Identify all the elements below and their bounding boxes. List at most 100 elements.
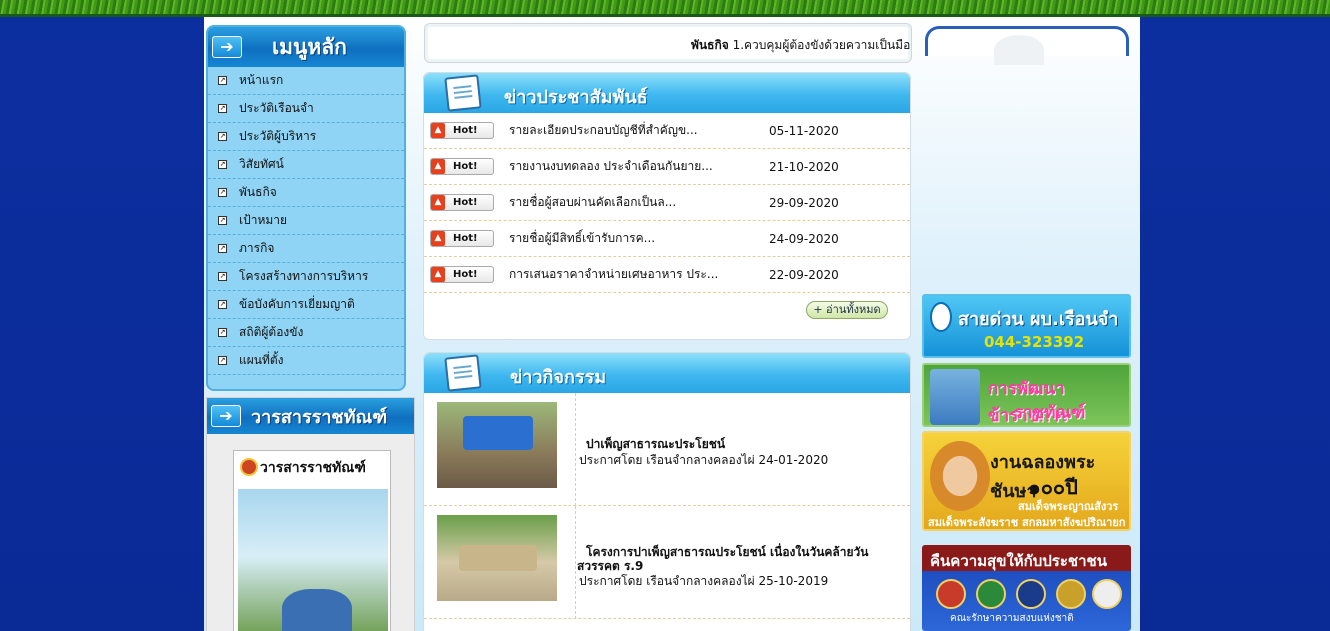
top-grass-strip — [0, 0, 1330, 14]
news-title[interactable]: รายงานงบทดลอง ประจำเดือนกันยาย... — [494, 157, 769, 176]
menu-item[interactable]: ↗ ภารกิจ — [208, 235, 404, 263]
menu-item-label[interactable]: สถิติผู้ต้องขัง — [239, 323, 303, 342]
family-bicycle-image — [282, 589, 352, 631]
news-date: 29-09-2020 — [769, 195, 839, 210]
activity-photo — [437, 402, 557, 488]
link-arrow-icon: ↗ — [218, 216, 227, 225]
banner-line: ราชทัณฑ์ — [1014, 403, 1086, 423]
pr-news-list: ▲ Hot! รายละเอียดประกอบบัญชีที่สำคัญข... 05… — [424, 113, 910, 293]
journal-cover-image — [238, 489, 388, 631]
news-title[interactable]: การเสนอราคาจำหน่ายเศษอาหาร ประ... — [494, 265, 769, 284]
hotline-label: สายด่วน ผบ.เรือนจำ — [958, 309, 1119, 330]
celebration-banner[interactable]: งานฉลองพระชันษา ๑๐๐ปี สมเด็จพระญาณสังวร … — [922, 431, 1131, 531]
top-right-frame — [925, 26, 1129, 65]
pr-news-title: ข่าวประชาสัมพันธ์ — [504, 87, 648, 108]
news-title[interactable]: รายละเอียดประกอบบัญชีที่สำคัญข... — [494, 121, 769, 140]
journal-cover[interactable]: วารสารราชทัณฑ์ — [233, 450, 391, 631]
emblem-icon — [976, 579, 1006, 609]
notepad-icon — [444, 74, 482, 112]
main-menu-title: เมนูหลัก — [272, 34, 347, 59]
emblem-icon — [936, 579, 966, 609]
activity-item[interactable]: โครงการปาเพ็ญสาธารณประโยชน์ เนื่องในวันค… — [424, 506, 910, 619]
menu-item[interactable]: ↗ ประวัติผู้บริหาร — [208, 123, 404, 151]
hot-badge-label: Hot! — [453, 161, 478, 172]
fire-icon: ▲ — [431, 123, 445, 138]
news-row[interactable]: ▲ Hot! รายละเอียดประกอบบัญชีที่สำคัญข... 05… — [424, 113, 910, 149]
menu-item[interactable]: ↗ วิสัยทัศน์ — [208, 151, 404, 179]
activity-news-box: ข่าวกิจกรรม ปาเพ็ญสาธารณะประโยชน์ ประกาศ… — [423, 352, 911, 631]
journal-header: ➔ วารสารราชทัณฑ์ — [207, 398, 414, 434]
menu-item[interactable]: ↗ ข้อบังคับการเยี่ยมญาติ — [208, 291, 404, 319]
menu-item[interactable]: ↗ พันธกิจ — [208, 179, 404, 207]
activity-meta: ประกาศโดย เรือนจำกลางคลองไผ่ 24-01-2020 — [579, 453, 829, 467]
hotline-banner[interactable]: สายด่วน ผบ.เรือนจำ 044-323392 — [922, 294, 1131, 358]
menu-item-label[interactable]: ประวัติผู้บริหาร — [239, 127, 316, 146]
news-date: 05-11-2020 — [769, 123, 839, 138]
menu-item[interactable]: ↗ หน้าแรก — [208, 67, 404, 95]
page-container: ➔ เมนูหลัก ↗ หน้าแรก ↗ ประวัติเรือนจำ ↗ ประวั… — [204, 17, 1140, 631]
activity-meta: ประกาศโดย เรือนจำกลางคลองไผ่ 25-10-2019 — [579, 574, 829, 588]
monk-portrait — [930, 441, 990, 511]
happiness-banner[interactable]: คืนความสุขให้กับประชาชน คณะรักษาความสงบแ… — [922, 545, 1131, 631]
fire-icon: ▲ — [431, 231, 445, 246]
menu-item-label[interactable]: พันธกิจ — [239, 183, 277, 202]
link-arrow-icon: ↗ — [218, 244, 227, 253]
hot-badge-label: Hot! — [453, 233, 478, 244]
fire-icon: ▲ — [431, 159, 445, 174]
fire-icon: ▲ — [431, 195, 445, 210]
seal-image — [994, 35, 1044, 65]
menu-item-label[interactable]: ประวัติเรือนจำ — [239, 99, 314, 118]
menu-item[interactable]: ↗ สถิติผู้ต้องขัง — [208, 319, 404, 347]
banner-line: คืนความสุขให้กับประชาชน — [930, 552, 1107, 570]
emblem-icon — [1016, 579, 1046, 609]
link-arrow-icon: ↗ — [218, 300, 227, 309]
pr-news-box: ข่าวประชาสัมพันธ์ ▲ Hot! รายละเอียดประกอบบ… — [423, 72, 911, 340]
hot-badge-label: Hot! — [453, 269, 478, 280]
emblem-icon — [1056, 579, 1086, 609]
menu-item-label[interactable]: แผนที่ตั้ง — [239, 351, 284, 370]
read-all-button[interactable]: + อ่านทั้งหมด — [806, 301, 888, 319]
menu-item[interactable]: ↗ โครงสร้างทางการบริหาร — [208, 263, 404, 291]
menu-item-label[interactable]: โครงสร้างทางการบริหาร — [239, 267, 368, 286]
news-row[interactable]: ▲ Hot! การเสนอราคาจำหน่ายเศษอาหาร ประ... 22… — [424, 257, 910, 293]
news-date: 24-09-2020 — [769, 231, 839, 246]
menu-item[interactable]: ↗ ประวัติเรือนจำ — [208, 95, 404, 123]
ticker-text: 1.ควบคุมผู้ต้องขังด้วยความเป็นมืออ — [732, 38, 912, 52]
menu-item-label[interactable]: ภารกิจ — [239, 239, 274, 258]
link-arrow-icon: ↗ — [218, 328, 227, 337]
main-menu: ➔ เมนูหลัก ↗ หน้าแรก ↗ ประวัติเรือนจำ ↗ ประวั… — [206, 25, 406, 391]
activity-news-title: ข่าวกิจกรรม — [510, 367, 607, 388]
banner-line: คณะรักษาความสงบแห่งชาติ — [950, 613, 1074, 624]
menu-item[interactable]: ↗ เป้าหมาย — [208, 207, 404, 235]
main-menu-header: ➔ เมนูหลัก — [208, 27, 404, 67]
link-arrow-icon: ↗ — [218, 160, 227, 169]
fire-icon: ▲ — [431, 267, 445, 282]
menu-item-label[interactable]: วิสัยทัศน์ — [239, 155, 284, 174]
activity-news-header: ข่าวกิจกรรม — [424, 353, 910, 393]
news-title[interactable]: รายชื่อผู้มีสิทธิ์เข้ารับการค... — [494, 229, 769, 248]
phone-icon — [930, 302, 952, 332]
journal-logo-icon — [240, 458, 258, 476]
menu-item[interactable]: ↗ แผนที่ตั้ง — [208, 347, 404, 375]
news-row[interactable]: ▲ Hot! รายชื่อผู้มีสิทธิ์เข้ารับการค... 24-… — [424, 221, 910, 257]
activity-item[interactable]: ปาเพ็ญสาธารณะประโยชน์ ประกาศโดย เรือนจำก… — [424, 393, 910, 506]
link-arrow-icon: ↗ — [218, 356, 227, 365]
hot-badge: ▲ Hot! — [430, 266, 494, 283]
journal-title: วารสารราชทัณฑ์ — [251, 406, 388, 428]
menu-item-label[interactable]: ข้อบังคับการเยี่ยมญาติ — [239, 295, 355, 314]
hot-badge: ▲ Hot! — [430, 194, 494, 211]
activity-photo — [437, 515, 557, 601]
banner-line: สมเด็จพระสังฆราช สกลมหาสังฆปริณายก — [928, 516, 1126, 529]
officer-development-banner[interactable]: การพัฒนาข้าราชการ ราชทัณฑ์ — [922, 363, 1131, 427]
menu-item-label[interactable]: หน้าแรก — [239, 71, 283, 90]
link-arrow-icon: ↗ — [218, 132, 227, 141]
news-row[interactable]: ▲ Hot! รายงานงบทดลอง ประจำเดือนกันยาย... 21… — [424, 149, 910, 185]
menu-item-label[interactable]: เป้าหมาย — [239, 211, 287, 230]
news-title[interactable]: รายชื่อผู้สอบผ่านคัดเลือกเป็นล... — [494, 193, 769, 212]
news-ticker[interactable]: พันธกิจ 1.ควบคุมผู้ต้องขังด้วยความเป็นมื… — [424, 23, 912, 63]
journal-box: ➔ วารสารราชทัณฑ์ วารสารราชทัณฑ์ — [206, 397, 415, 631]
link-arrow-icon: ↗ — [218, 104, 227, 113]
hot-badge: ▲ Hot! — [430, 122, 494, 139]
news-row[interactable]: ▲ Hot! รายชื่อผู้สอบผ่านคัดเลือกเป็นล... 29… — [424, 185, 910, 221]
link-arrow-icon: ↗ — [218, 76, 227, 85]
